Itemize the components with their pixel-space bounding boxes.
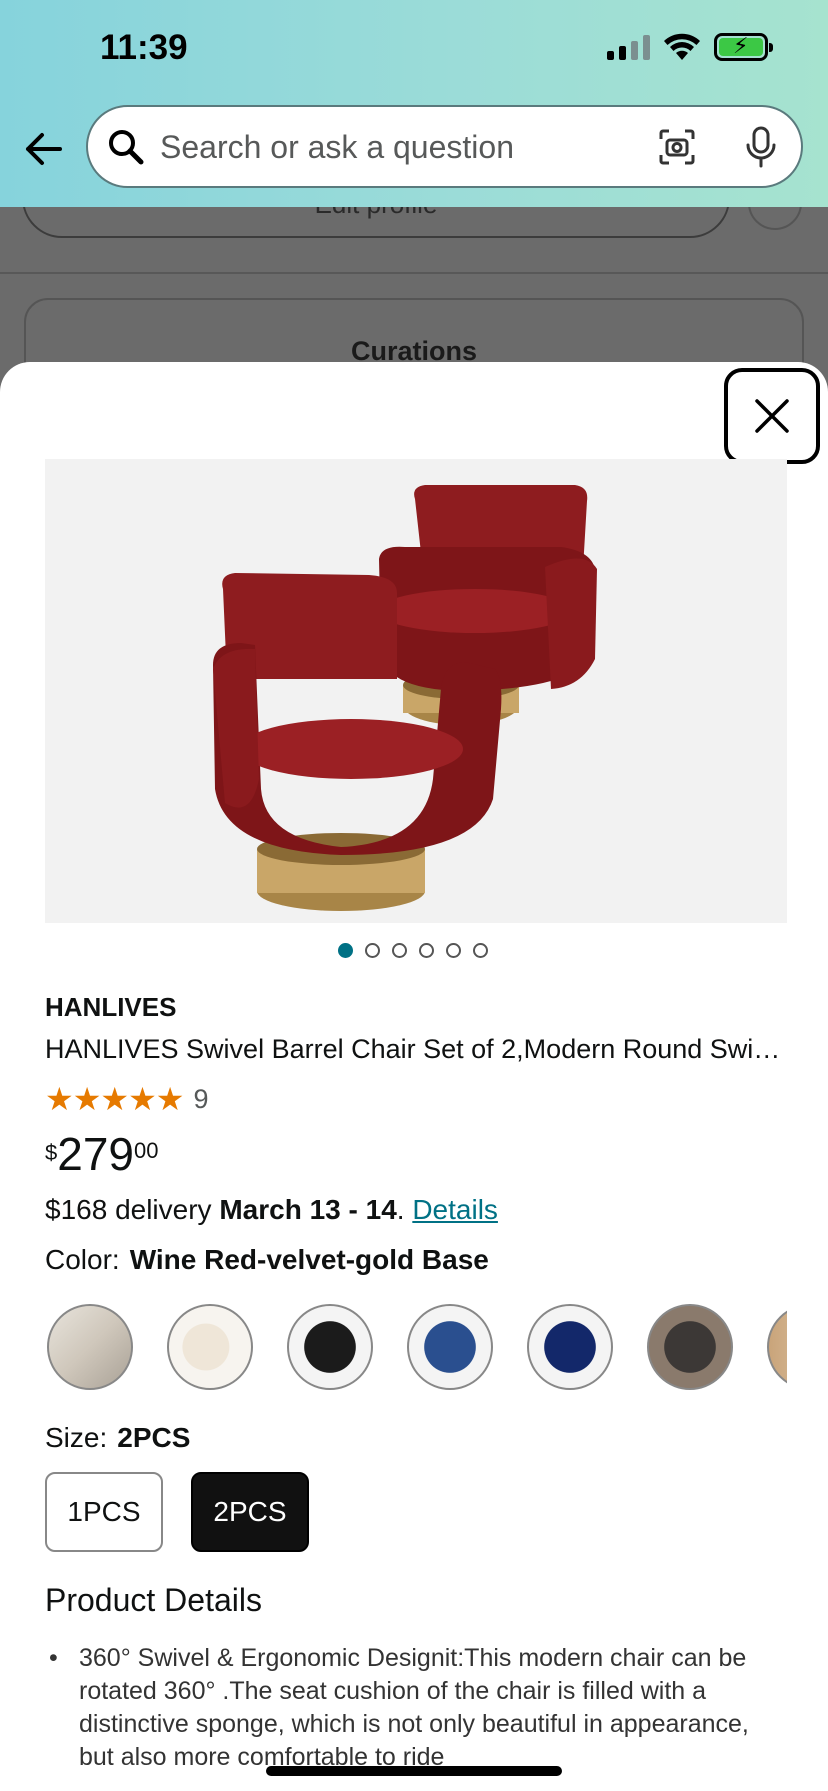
brand-name[interactable]: HANLIVES: [45, 992, 176, 1023]
wifi-icon: [664, 33, 700, 60]
image-pager-dots[interactable]: [338, 943, 488, 958]
pager-dot-2[interactable]: [365, 943, 380, 958]
swivel-chairs-image: [213, 485, 597, 911]
status-icons: ⚡: [607, 32, 773, 62]
size-label: Size:: [45, 1422, 108, 1453]
header: 11:39 ⚡ Search or ask a question: [0, 0, 828, 207]
status-time: 11:39: [100, 28, 188, 67]
rating[interactable]: ★★★★★ 9: [45, 1080, 208, 1118]
swatch-blue[interactable]: [407, 1304, 493, 1390]
delivery-date: March 13 - 14: [219, 1194, 397, 1225]
product-image[interactable]: [45, 459, 787, 923]
swatch-cream[interactable]: [167, 1304, 253, 1390]
product-quick-view-sheet: HANLIVES HANLIVES Swivel Barrel Chair Se…: [0, 362, 828, 1791]
pager-dot-5[interactable]: [446, 943, 461, 958]
swatch-beige-room[interactable]: [47, 1304, 133, 1390]
color-swatch-row[interactable]: [45, 1302, 787, 1392]
price-fraction: 00: [134, 1138, 159, 1163]
size-option-1pcs[interactable]: 1PCS: [45, 1472, 163, 1552]
search-icon: [109, 130, 144, 165]
product-title[interactable]: HANLIVES Swivel Barrel Chair Set of 2,Mo…: [45, 1034, 787, 1065]
price: $ 279 00: [45, 1130, 158, 1178]
size-selection: Size: 2PCS: [45, 1422, 190, 1454]
swatch-charcoal[interactable]: [647, 1304, 733, 1390]
camera-search-icon[interactable]: [657, 127, 697, 167]
microphone-icon[interactable]: [743, 125, 779, 169]
size-option-2pcs[interactable]: 2PCS: [191, 1472, 309, 1552]
size-value: 2PCS: [117, 1422, 191, 1453]
color-value: Wine Red-velvet-gold Base: [129, 1244, 489, 1275]
home-indicator[interactable]: [266, 1766, 562, 1776]
delivery-details-link[interactable]: Details: [412, 1194, 498, 1225]
close-icon: [755, 399, 789, 433]
search-bar[interactable]: Search or ask a question: [86, 105, 803, 188]
swatch-black[interactable]: [287, 1304, 373, 1390]
price-whole: 279: [57, 1128, 134, 1180]
pager-dot-4[interactable]: [419, 943, 434, 958]
swatch-partial[interactable]: [767, 1304, 787, 1390]
delivery-info: $168 delivery March 13 - 14. Details: [45, 1194, 498, 1225]
search-input[interactable]: Search or ask a question: [160, 129, 514, 166]
price-symbol: $: [45, 1140, 58, 1165]
color-label: Color:: [45, 1244, 120, 1275]
back-arrow-icon[interactable]: [22, 128, 64, 170]
pager-dot-3[interactable]: [392, 943, 407, 958]
background-divider: [0, 272, 828, 274]
battery-icon: ⚡: [714, 33, 773, 61]
pager-dot-1[interactable]: [338, 943, 353, 958]
swatch-navy[interactable]: [527, 1304, 613, 1390]
color-selection: Color: Wine Red-velvet-gold Base: [45, 1244, 489, 1276]
star-rating-icon: ★★★★★: [45, 1081, 184, 1117]
product-details-heading: Product Details: [45, 1582, 262, 1618]
close-button[interactable]: [724, 368, 820, 464]
cellular-signal-icon: [607, 34, 650, 60]
product-detail-bullet: 360° Swivel & Ergonomic Designit:This mo…: [45, 1642, 787, 1774]
rating-count: 9: [193, 1083, 209, 1114]
pager-dot-6[interactable]: [473, 943, 488, 958]
